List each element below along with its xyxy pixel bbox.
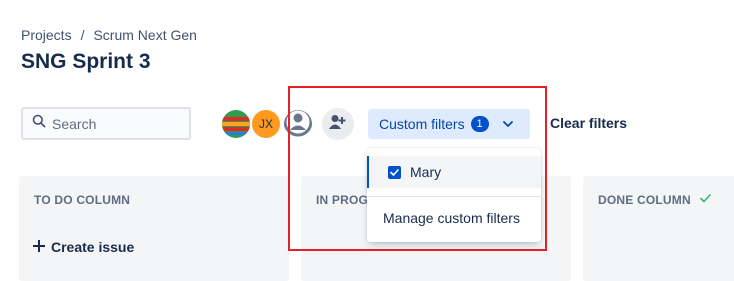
breadcrumb-scrum-next-gen[interactable]: Scrum Next Gen [93, 27, 196, 43]
chevron-down-icon [502, 120, 513, 128]
done-column-title: DONE COLUMN [598, 193, 691, 207]
jx-avatar-initials: JX [258, 117, 273, 131]
filter-option-label: Mary [410, 164, 442, 180]
jx-avatar[interactable]: JX [250, 108, 282, 140]
page-title: SNG Sprint 3 [21, 50, 151, 73]
create-issue-label: Create issue [51, 239, 135, 255]
custom-filters-label: Custom filters [379, 116, 465, 132]
todo-column-title: TO DO COLUMN [34, 193, 131, 207]
add-people-icon [329, 114, 347, 135]
manage-custom-filters[interactable]: Manage custom filters [367, 202, 541, 234]
todo-column: TO DO COLUMN Create issue [19, 176, 289, 281]
default-user-avatar[interactable] [282, 108, 314, 140]
search-box[interactable] [21, 107, 191, 140]
clear-filters-button[interactable]: Clear filters [550, 115, 627, 131]
filter-option-mary[interactable]: Mary [367, 156, 541, 188]
create-issue-button[interactable]: Create issue [33, 239, 134, 255]
check-icon [700, 192, 711, 206]
breadcrumb-separator: / [80, 27, 85, 43]
colorful-avatar[interactable] [220, 108, 252, 140]
custom-filters-count-badge: 1 [470, 116, 489, 132]
done-column: DONE COLUMN [583, 176, 734, 281]
plus-icon [33, 239, 45, 255]
custom-filters-dropdown: Mary Manage custom filters [367, 148, 541, 242]
breadcrumb: Projects / Scrum Next Gen [21, 27, 197, 43]
search-icon [32, 114, 46, 133]
dropdown-divider [367, 196, 541, 197]
add-people-button[interactable] [322, 108, 354, 140]
breadcrumb-projects[interactable]: Projects [21, 27, 72, 43]
custom-filters-button[interactable]: Custom filters 1 [368, 109, 530, 139]
checkbox-checked-icon[interactable] [388, 165, 401, 179]
user-icon [284, 110, 312, 138]
search-input[interactable] [52, 115, 172, 132]
